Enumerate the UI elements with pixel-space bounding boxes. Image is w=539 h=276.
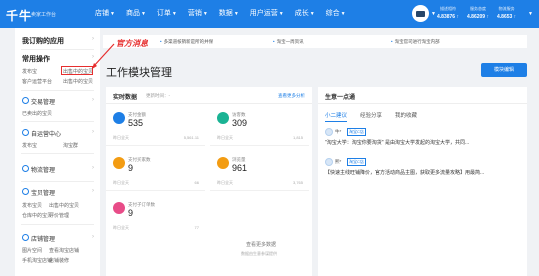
tab-favorites[interactable]: 我的收藏: [395, 111, 417, 122]
tab-experience[interactable]: 经验分享: [360, 111, 382, 122]
growth-title: 生意一点通: [325, 95, 356, 101]
growth-tabs: 小二建议 经验分享 我的收藏: [325, 111, 430, 122]
tile-visitors[interactable]: 访客数 309 昨日全天 1,815: [210, 105, 309, 146]
avatar: [325, 158, 333, 166]
tile-buyers[interactable]: 支付买家数 9 昨日全天 66: [106, 150, 205, 191]
tile-payment-amount[interactable]: 支付金额 535 昨日全天 5,561.11: [106, 105, 205, 146]
order-icon: [113, 202, 125, 214]
realtime-panel: 实时数据 更新时间：- 查看更多分析 支付金额 535 昨日全天 5,561.1…: [106, 87, 312, 276]
avatar: [325, 128, 333, 136]
divider: [106, 103, 312, 104]
tile-sub-orders[interactable]: 支付子订单数 9 昨日全天 77: [106, 195, 205, 236]
visitor-icon: [217, 112, 229, 124]
payment-icon: [113, 112, 125, 124]
tab-suggestions[interactable]: 小二建议: [325, 111, 348, 122]
module-edit-button[interactable]: 模块编辑: [481, 63, 527, 77]
realtime-title: 实时数据: [113, 95, 138, 101]
page-title: 工作模块管理: [106, 67, 172, 79]
more-analysis-link[interactable]: 查看更多分析: [278, 93, 305, 99]
divider: [318, 103, 527, 104]
realtime-update-time: 更新时间：-: [146, 93, 170, 98]
buyer-icon: [113, 157, 125, 169]
eye-icon: [217, 157, 229, 169]
data-provider-note: 数据由生意参谋提供: [241, 251, 277, 256]
tile-pageviews[interactable]: 浏览量 961 昨日全天 3,765: [210, 150, 309, 191]
growth-panel: 生意一点通 小二建议 经验分享 我的收藏 牛* 淘宝C店 "淘宝大学：淘宝你要淘…: [318, 87, 527, 276]
more-data-link[interactable]: 查看更多数据: [246, 241, 276, 248]
